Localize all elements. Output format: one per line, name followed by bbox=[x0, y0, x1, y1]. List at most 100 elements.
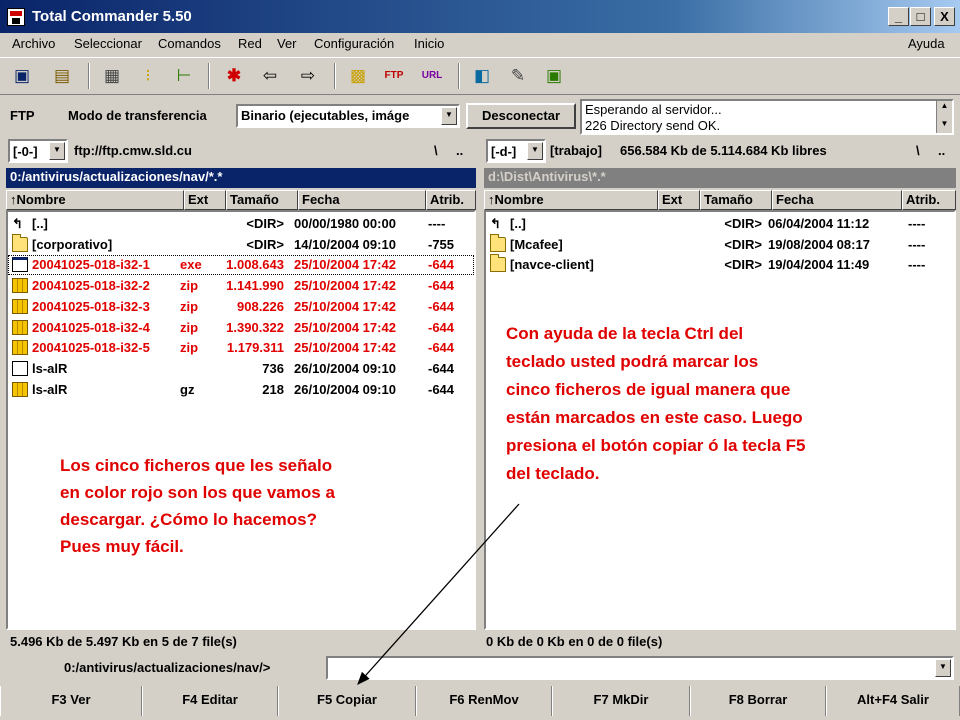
minimize-button[interactable]: _ bbox=[888, 7, 909, 26]
file-name: 20041025-018-i32-1 bbox=[32, 257, 150, 273]
chevron-down-icon[interactable]: ▼ bbox=[49, 142, 65, 160]
menu-inicio[interactable]: Inicio bbox=[414, 36, 444, 51]
file-row[interactable]: 20041025-018-i32-2 zip 1.141.990 25/10/2004… bbox=[8, 276, 474, 296]
menu-ayuda[interactable]: Ayuda bbox=[908, 36, 945, 51]
right-up-button[interactable]: .. bbox=[938, 143, 945, 158]
header-atrib[interactable]: Atrib. bbox=[426, 190, 476, 210]
file-attr: -755 bbox=[428, 236, 455, 252]
header-fecha[interactable]: Fecha bbox=[298, 190, 426, 210]
right-root-button[interactable]: \ bbox=[916, 143, 920, 158]
annotation-line: presiona el botón copiar ó la tecla F5 bbox=[506, 436, 806, 455]
back-icon[interactable]: ⇦ bbox=[258, 64, 282, 88]
app-icon[interactable] bbox=[7, 8, 25, 26]
file-size: <DIR> bbox=[246, 236, 284, 252]
chevron-down-icon[interactable]: ▼ bbox=[441, 107, 457, 125]
right-current-path[interactable]: d:\Dist\Antivirus\*.* bbox=[484, 168, 956, 188]
file-row[interactable]: [Mcafee] <DIR> 19/08/2004 08:17 ---- bbox=[486, 233, 954, 255]
pack-icon[interactable]: ✱ bbox=[222, 64, 246, 88]
ftp-connect-icon[interactable]: FTP bbox=[382, 64, 406, 88]
file-name: [corporativo] bbox=[32, 236, 113, 252]
left-root-button[interactable]: \ bbox=[434, 143, 438, 158]
menu-bar: Archivo Seleccionar Comandos Red Ver Con… bbox=[0, 33, 960, 55]
function-key-bar: F3 Ver F4 Editar F5 Copiar F6 RenMov F7 … bbox=[0, 686, 960, 716]
file-attr: -644 bbox=[428, 278, 455, 294]
header-tamano[interactable]: Tamaño bbox=[226, 190, 298, 210]
right-annotation: Con ayuda de la tecla Ctrl del teclado u… bbox=[506, 320, 952, 488]
header-ext[interactable]: Ext bbox=[658, 190, 700, 210]
f3-view-button[interactable]: F3 Ver bbox=[0, 686, 142, 716]
file-date: 00/00/1980 00:00 bbox=[294, 216, 396, 231]
file-row[interactable]: ls-alR 736 26/10/2004 09:10 -644 bbox=[8, 359, 474, 379]
file-date: 19/08/2004 08:17 bbox=[768, 236, 870, 252]
file-row[interactable]: [corporativo] <DIR> 14/10/2004 09:10 -755 bbox=[8, 233, 474, 255]
file-attr: -644 bbox=[428, 340, 455, 356]
annotation-line: descargar. ¿Cómo lo hacemos? bbox=[60, 510, 317, 529]
left-drive-bar: [-0-] ▼ ftp://ftp.cmw.sld.cu \ .. bbox=[6, 139, 476, 165]
right-drive-select[interactable]: [-d-] ▼ bbox=[486, 139, 546, 163]
menu-archivo[interactable]: Archivo bbox=[12, 36, 55, 51]
ftp-label: FTP bbox=[10, 108, 35, 123]
f7-mkdir-button[interactable]: F7 MkDir bbox=[552, 686, 690, 716]
unpack-icon[interactable]: ▩ bbox=[346, 64, 370, 88]
full-icon[interactable]: ⁝ bbox=[136, 64, 160, 88]
left-annotation: Los cinco ficheros que les señalo en col… bbox=[60, 452, 460, 560]
alt-f4-exit-button[interactable]: Alt+F4 Salir bbox=[826, 686, 960, 716]
chevron-down-icon[interactable]: ▼ bbox=[935, 659, 951, 677]
forward-icon[interactable]: ⇨ bbox=[296, 64, 320, 88]
transfer-mode-select[interactable]: Binario (ejecutables, imáge ▼ bbox=[236, 104, 460, 128]
f5-copy-button[interactable]: F5 Copiar bbox=[278, 686, 416, 716]
left-current-path[interactable]: 0:/antivirus/actualizaciones/nav/*.* bbox=[6, 168, 476, 188]
annotation-line: Los cinco ficheros que les señalo bbox=[60, 456, 333, 475]
file-name: 20041025-018-i32-5 bbox=[32, 340, 150, 356]
header-fecha[interactable]: Fecha bbox=[772, 190, 902, 210]
log-scrollbar[interactable]: ▲ ▼ bbox=[936, 101, 952, 133]
compare-icon[interactable]: ◧ bbox=[470, 64, 494, 88]
header-atrib[interactable]: Atrib. bbox=[902, 190, 956, 210]
f8-delete-button[interactable]: F8 Borrar bbox=[690, 686, 826, 716]
command-prompt: 0:/antivirus/actualizaciones/nav/> bbox=[64, 660, 271, 675]
file-row[interactable]: 20041025-018-i32-3 zip 908.226 25/10/2004 1… bbox=[8, 297, 474, 317]
file-row[interactable]: ls-alR gz 218 26/10/2004 09:10 -644 bbox=[8, 380, 474, 400]
left-file-list[interactable]: ↰ [..] <DIR> 00/00/1980 00:00 ---- [corporati… bbox=[6, 210, 476, 630]
f6-renmov-button[interactable]: F6 RenMov bbox=[416, 686, 552, 716]
file-row[interactable]: ↰ [..] <DIR> 06/04/2004 11:12 ---- bbox=[486, 214, 954, 234]
brief-icon[interactable]: ▦ bbox=[100, 64, 124, 88]
header-ext[interactable]: Ext bbox=[184, 190, 226, 210]
disconnect-button[interactable]: Desconectar bbox=[466, 103, 576, 129]
header-nombre[interactable]: ↑Nombre bbox=[6, 190, 184, 210]
header-nombre[interactable]: ↑Nombre bbox=[484, 190, 658, 210]
close-button[interactable]: X bbox=[934, 7, 955, 26]
ftp-new-icon[interactable]: URL bbox=[420, 64, 444, 88]
menu-comandos[interactable]: Comandos bbox=[158, 36, 221, 51]
menu-configuracion[interactable]: Configuración bbox=[314, 36, 394, 51]
file-row[interactable]: ↰ [..] <DIR> 00/00/1980 00:00 ---- bbox=[8, 214, 474, 234]
menu-seleccionar[interactable]: Seleccionar bbox=[74, 36, 142, 51]
left-up-button[interactable]: .. bbox=[456, 143, 463, 158]
view-icon[interactable]: ▤ bbox=[50, 64, 74, 88]
edit-icon[interactable]: ✎ bbox=[506, 64, 530, 88]
menu-ver[interactable]: Ver bbox=[277, 36, 297, 51]
panel-splitter[interactable] bbox=[476, 134, 483, 630]
command-input[interactable]: ▼ bbox=[326, 656, 954, 680]
right-file-list[interactable]: ↰ [..] <DIR> 06/04/2004 11:12 ---- [Mcafee] <D… bbox=[484, 210, 956, 630]
left-drive-select[interactable]: [-0-] ▼ bbox=[8, 139, 68, 163]
menu-red[interactable]: Red bbox=[238, 36, 262, 51]
file-attr: -644 bbox=[428, 298, 455, 314]
zip-icon bbox=[12, 319, 28, 335]
f4-edit-button[interactable]: F4 Editar bbox=[142, 686, 278, 716]
file-date: 25/10/2004 17:42 bbox=[294, 340, 396, 356]
file-row[interactable]: 20041025-018-i32-1 exe 1.008.643 25/10/2004… bbox=[8, 255, 474, 276]
file-ext: zip bbox=[180, 298, 199, 314]
file-size: <DIR> bbox=[724, 236, 762, 252]
chevron-down-icon[interactable]: ▼ bbox=[527, 142, 543, 160]
refresh-icon[interactable]: ▣ bbox=[10, 64, 34, 88]
run-icon[interactable]: ▣ bbox=[542, 64, 566, 88]
file-row[interactable]: 20041025-018-i32-5 zip 1.179.311 25/10/2004… bbox=[8, 338, 474, 358]
header-tamano[interactable]: Tamaño bbox=[700, 190, 772, 210]
file-row[interactable]: 20041025-018-i32-4 zip 1.390.322 25/10/2004… bbox=[8, 318, 474, 338]
file-row[interactable]: [navce-client] <DIR> 19/04/2004 11:49 ---- bbox=[486, 254, 954, 275]
ftp-log[interactable]: Esperando al servidor... 226 Directory s… bbox=[580, 99, 954, 135]
tree-icon[interactable]: ⊢ bbox=[172, 64, 196, 88]
file-attr: -644 bbox=[428, 360, 455, 376]
maximize-button[interactable]: □ bbox=[910, 7, 931, 26]
